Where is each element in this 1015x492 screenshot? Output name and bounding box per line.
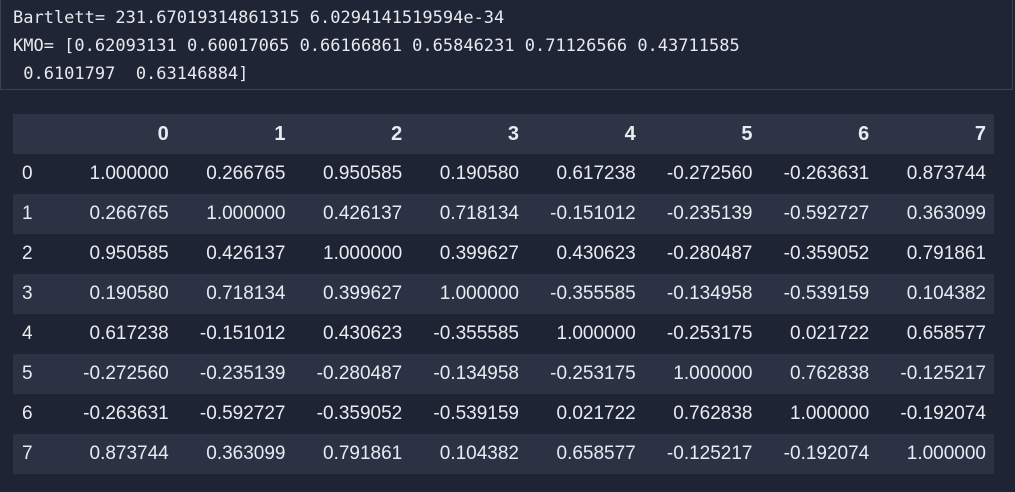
table-row: 5 -0.272560 -0.235139 -0.280487 -0.134958 -0.… [13, 354, 994, 394]
table-cell: 0.617238 [89, 323, 169, 344]
table-row: 6 -0.263631 -0.592727 -0.359052 -0.539159 0.0… [13, 394, 994, 434]
table-cell: 1.000000 [323, 243, 403, 264]
table-cell: 1.000000 [790, 403, 870, 424]
table-cell: 0.873744 [89, 443, 169, 464]
table-cell: 0.021722 [556, 403, 636, 424]
table-cell: -0.235139 [666, 203, 753, 224]
table-cell: 0.950585 [89, 243, 169, 264]
table-cell: 0.718134 [206, 283, 286, 304]
row-index-cell: 1 [22, 203, 33, 224]
table-cell: -0.280487 [666, 243, 753, 264]
kmo-output-line: KMO= [0.62093131 0.60017065 0.66166861 0… [13, 36, 740, 56]
table-cell: 0.266765 [89, 203, 169, 224]
table-cell: 0.104382 [906, 283, 986, 304]
table-cell: -0.125217 [666, 443, 753, 464]
table-cell: 0.363099 [906, 203, 986, 224]
table-cell: 0.658577 [906, 323, 986, 344]
table-cell: 1.000000 [89, 163, 169, 184]
row-index-cell: 6 [22, 403, 33, 424]
table-cell: 0.021722 [790, 323, 870, 344]
correlation-table: 0 1 2 3 4 5 6 7 0 1.000000 0.266765 0.95058… [13, 114, 994, 474]
table-cell: -0.151012 [550, 203, 636, 224]
table-cell: 0.791861 [323, 443, 403, 464]
table-cell: -0.272560 [83, 363, 169, 384]
table-row: 0 1.000000 0.266765 0.950585 0.190580 0.61723… [13, 154, 994, 194]
table-cell: -0.134958 [666, 283, 753, 304]
table-cell: -0.235139 [199, 363, 286, 384]
row-index-cell: 7 [22, 443, 33, 464]
table-cell: 0.762838 [790, 363, 870, 384]
table-header-cell: 1 [274, 122, 286, 145]
table-cell: 0.430623 [323, 323, 403, 344]
table-cell: 1.000000 [206, 203, 286, 224]
table-cell: -0.263631 [83, 403, 169, 424]
row-index-cell: 3 [22, 283, 33, 304]
table-cell: -0.151012 [199, 323, 286, 344]
table-row: 4 0.617238 -0.151012 0.430623 -0.355585 1.000… [13, 314, 994, 354]
table-cell: 0.399627 [439, 243, 519, 264]
table-body: 0 1.000000 0.266765 0.950585 0.190580 0.61723… [13, 154, 994, 474]
table-cell: 0.762838 [673, 403, 753, 424]
row-index-cell: 2 [22, 243, 33, 264]
bartlett-output-line: Bartlett= 231.67019314861315 6.029414151… [13, 8, 505, 28]
table-cell: 0.266765 [206, 163, 286, 184]
table-cell: 0.658577 [556, 443, 636, 464]
table-cell: 0.190580 [89, 283, 169, 304]
table-cell: 0.190580 [439, 163, 519, 184]
table-cell: 0.617238 [556, 163, 636, 184]
table-cell: 0.104382 [439, 443, 519, 464]
table-cell: 1.000000 [906, 443, 986, 464]
table-row: 3 0.190580 0.718134 0.399627 1.000000 -0.3555… [13, 274, 994, 314]
table-cell: -0.263631 [783, 163, 870, 184]
table-cell: -0.192074 [783, 443, 870, 464]
cell-output-text: Bartlett= 231.67019314861315 6.029414151… [0, 0, 1013, 90]
kmo-output-continuation-line: 0.6101797 0.63146884] [13, 64, 249, 84]
table-cell: -0.539159 [783, 283, 870, 304]
row-index-cell: 5 [22, 363, 33, 384]
row-index-cell: 4 [22, 323, 33, 344]
table-cell: -0.253175 [550, 363, 636, 384]
table-cell: 0.399627 [323, 283, 403, 304]
table-cell: 1.000000 [439, 283, 519, 304]
table-cell: -0.355585 [433, 323, 519, 344]
table-cell: 0.426137 [206, 243, 286, 264]
table-cell: -0.253175 [666, 323, 753, 344]
table-cell: 0.426137 [323, 203, 403, 224]
table-cell: -0.539159 [433, 403, 519, 424]
table-cell: -0.592727 [783, 203, 870, 224]
table-cell: 0.950585 [323, 163, 403, 184]
table-cell: -0.134958 [433, 363, 519, 384]
table-cell: -0.359052 [783, 243, 870, 264]
table-row: 2 0.950585 0.426137 1.000000 0.399627 0.43062… [13, 234, 994, 274]
table-cell: 0.873744 [906, 163, 986, 184]
table-cell: -0.355585 [550, 283, 636, 304]
table-cell: -0.280487 [316, 363, 403, 384]
table-header-cell: 7 [974, 122, 986, 145]
table-cell: -0.125217 [900, 363, 986, 384]
table-cell: 1.000000 [673, 363, 753, 384]
table-header-cell [13, 114, 60, 154]
table-cell: 1.000000 [556, 323, 636, 344]
table-cell: -0.272560 [666, 163, 753, 184]
dataframe-output: 0 1 2 3 4 5 6 7 0 1.000000 0.266765 0.95058… [13, 114, 994, 474]
table-header-row: 0 1 2 3 4 5 6 7 [13, 114, 994, 154]
table-header-cell: 3 [507, 122, 519, 145]
table-header-cell: 0 [157, 122, 169, 145]
table-header-cell: 5 [741, 122, 753, 145]
row-index-cell: 0 [22, 163, 33, 184]
table-row: 1 0.266765 1.000000 0.426137 0.718134 -0.1510… [13, 194, 994, 234]
table-header-cell: 4 [624, 122, 636, 145]
table-cell: -0.592727 [199, 403, 286, 424]
table-cell: 0.363099 [206, 443, 286, 464]
table-cell: -0.359052 [316, 403, 403, 424]
table-header-cell: 6 [858, 122, 870, 145]
table-cell: -0.192074 [900, 403, 986, 424]
table-row: 7 0.873744 0.363099 0.791861 0.104382 0.65857… [13, 434, 994, 474]
table-cell: 0.718134 [439, 203, 519, 224]
table-header-cell: 2 [391, 122, 403, 145]
table-cell: 0.791861 [906, 243, 986, 264]
table-cell: 0.430623 [556, 243, 636, 264]
